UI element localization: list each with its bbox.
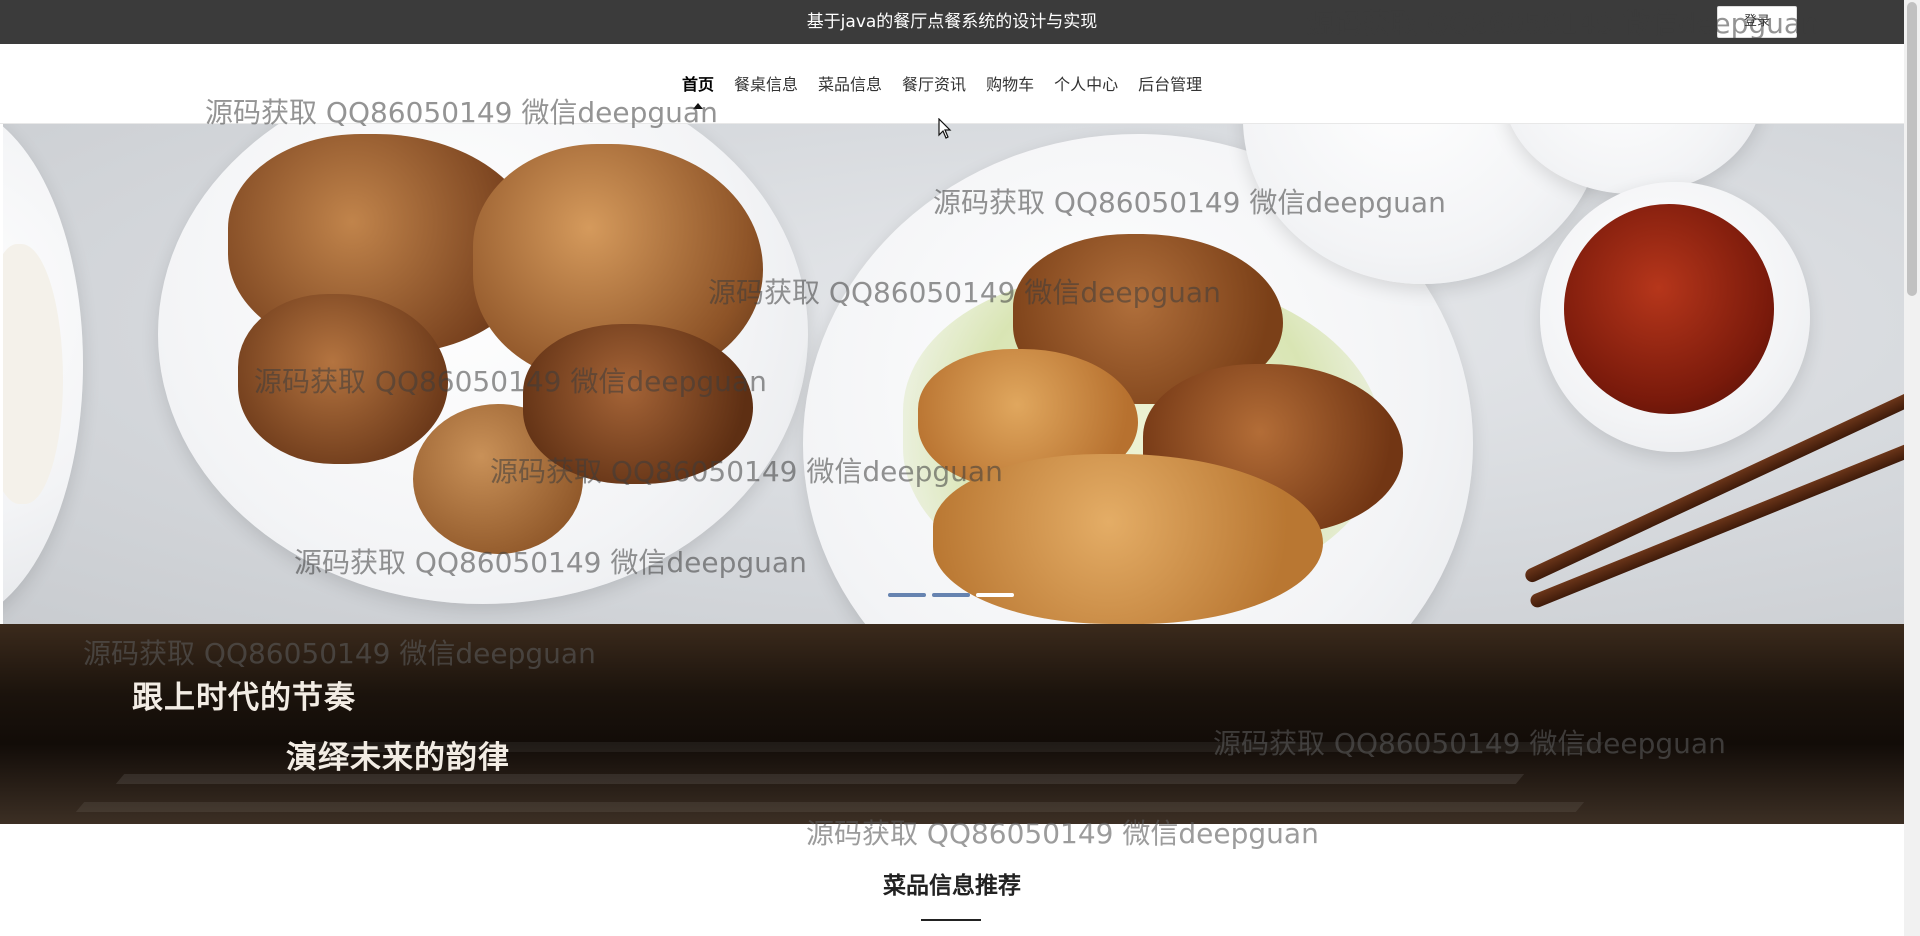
nav-item-admin[interactable]: 后台管理 — [1128, 72, 1212, 98]
nav-item-profile[interactable]: 个人中心 — [1044, 72, 1128, 98]
chopstick-image — [1528, 435, 1904, 610]
site-title: 基于java的餐厅点餐系统的设计与实现 — [806, 12, 1098, 32]
page-scrollbar[interactable] — [1904, 0, 1920, 936]
slogan-line-2: 演绎未来的韵律 — [286, 740, 510, 776]
nav-item-label: 首页 — [682, 75, 715, 94]
active-caret-icon — [693, 103, 703, 109]
nav-item-news[interactable]: 餐厅资讯 — [892, 72, 976, 98]
nav-item-label: 菜品信息 — [818, 75, 883, 94]
nav-item-label: 个人中心 — [1054, 75, 1119, 94]
chili-oil-image — [1564, 204, 1774, 414]
nav-item-home[interactable]: 首页 — [672, 72, 724, 109]
carousel-dot-2[interactable] — [932, 593, 970, 597]
section-title-underline — [921, 919, 981, 921]
nav-list: 首页 餐桌信息 菜品信息 餐厅资讯 购物车 个人中心 后台管理 — [672, 72, 1212, 109]
carousel-indicators — [888, 593, 1014, 597]
section-title: 菜品信息推荐 — [883, 873, 1021, 899]
scrollbar-thumb[interactable] — [1907, 2, 1917, 296]
banner-carousel[interactable] — [3, 124, 1904, 624]
nav-item-label: 后台管理 — [1138, 75, 1203, 94]
nav-item-dishes[interactable]: 菜品信息 — [808, 72, 892, 98]
main-nav: 首页 餐桌信息 菜品信息 餐厅资讯 购物车 个人中心 后台管理 — [0, 44, 1904, 124]
mouse-cursor-icon — [938, 118, 952, 139]
carousel-dot-3[interactable] — [976, 593, 1014, 597]
carousel-dot-1[interactable] — [888, 593, 926, 597]
nav-item-label: 餐厅资讯 — [902, 75, 967, 94]
nav-item-label: 餐桌信息 — [734, 75, 799, 94]
nav-item-label: 购物车 — [986, 75, 1035, 94]
nav-item-tables[interactable]: 餐桌信息 — [724, 72, 808, 98]
page: 基于java的餐厅点餐系统的设计与实现 登录 首页 餐桌信息 菜品信息 餐厅资讯… — [0, 0, 1920, 936]
top-bar: 基于java的餐厅点餐系统的设计与实现 登录 — [0, 0, 1904, 44]
slogan-banner: 跟上时代的节奏 演绎未来的韵律 — [0, 624, 1904, 824]
nav-item-cart[interactable]: 购物车 — [976, 72, 1044, 98]
piano-key-decoration — [75, 802, 1585, 812]
login-button[interactable]: 登录 — [1717, 6, 1797, 38]
slogan-line-1: 跟上时代的节奏 — [132, 680, 356, 716]
